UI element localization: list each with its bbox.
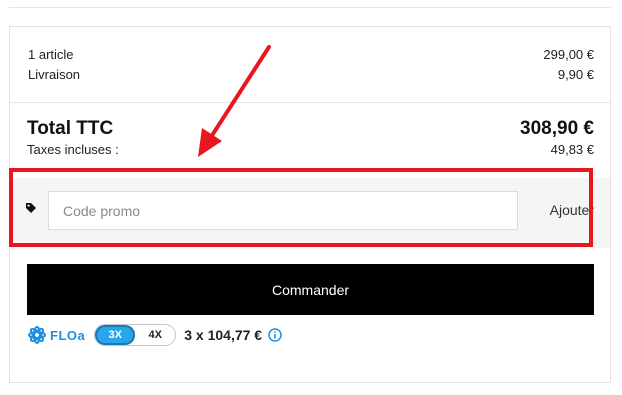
summary-divider <box>10 102 610 103</box>
floa-option-3x[interactable]: 3X <box>95 325 136 345</box>
total-label: Total TTC <box>27 118 114 139</box>
top-divider <box>9 7 611 8</box>
shipping-row: Livraison 9,90 € <box>28 67 594 82</box>
floa-installment-toggle[interactable]: 3X 4X <box>94 324 177 346</box>
floa-logo: FLOa <box>27 325 85 345</box>
shipping-label: Livraison <box>28 67 81 82</box>
floa-installment-amount: 3 x 104,77 € <box>184 327 263 343</box>
total-value: 308,90 € <box>520 118 594 139</box>
order-button[interactable]: Commander <box>27 264 594 315</box>
info-icon[interactable] <box>268 328 282 342</box>
floa-payment-row: FLOa 3X 4X 3 x 104,77 € <box>27 323 282 347</box>
article-price: 299,00 € <box>543 47 594 62</box>
article-row: 1 article 299,00 € <box>28 47 594 62</box>
tax-label: Taxes incluses : <box>27 142 119 157</box>
tax-value: 49,83 € <box>550 142 594 157</box>
floa-logo-icon <box>28 326 46 344</box>
promo-highlight-box <box>9 168 593 247</box>
article-label: 1 article <box>28 47 74 62</box>
floa-brand: FLOa <box>50 327 86 343</box>
shipping-price: 9,90 € <box>557 67 594 82</box>
floa-option-4x[interactable]: 4X <box>135 325 175 345</box>
